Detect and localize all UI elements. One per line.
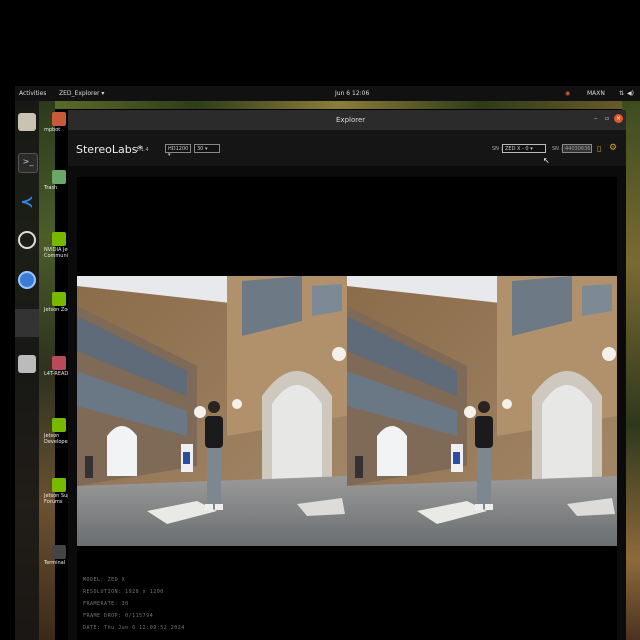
nvidia-link-icon [52, 418, 66, 432]
app-menu[interactable]: ZED_Explorer ▾ [59, 90, 104, 97]
volume-icon[interactable]: ◀) [627, 90, 634, 97]
disk-icon[interactable] [18, 355, 36, 373]
camera-select[interactable]: ZED X - 0 ▾ [502, 144, 546, 153]
right-camera-view [347, 276, 617, 546]
trash-icon [52, 170, 66, 184]
terminal-icon [52, 545, 66, 559]
mouse-cursor-icon: ↖ [543, 156, 550, 165]
vscode-icon[interactable]: ≺ [18, 193, 36, 211]
nvidia-link-icon [52, 478, 66, 492]
info-resolution: RESOLUTION: 1920 x 1200 [83, 589, 164, 595]
info-framerate: FRAMERATE: 30 [83, 601, 129, 607]
info-date: DATE: Thu Jun 6 12:09:52 2024 [83, 625, 185, 631]
maximize-icon[interactable]: ▫ [605, 115, 609, 122]
camera-select-value: ZED X - 0 [505, 146, 529, 152]
folder-icon [52, 356, 66, 370]
fps-select[interactable]: 30 ▾ [194, 144, 220, 153]
resolution-select[interactable]: HD1200 ▾ [165, 144, 191, 158]
close-icon[interactable]: × [614, 114, 623, 123]
nvidia-icon[interactable]: ◉ [565, 90, 570, 97]
stereo-image [77, 276, 617, 546]
info-frame-drop: FRAME DROP: 0/115794 [83, 613, 154, 619]
terminal-icon[interactable]: >_ [18, 153, 38, 173]
system-top-bar: Activities ZED_Explorer ▾ Jun 6 12:06 ◉ … [15, 86, 640, 101]
activities-button[interactable]: Activities [19, 90, 46, 97]
nvidia-link-icon [52, 232, 66, 246]
fps-value: 30 [197, 146, 204, 152]
version-label: 1.1.4 [136, 147, 149, 153]
window-title: Explorer [336, 116, 366, 124]
record-icon[interactable]: ▯ [597, 144, 601, 153]
zed-explorer-icon[interactable] [15, 309, 39, 337]
app-menu-label: ZED_Explorer [59, 90, 100, 97]
left-camera-view [77, 276, 347, 546]
power-mode-label[interactable]: MAXN [587, 90, 605, 97]
camera-sn-label: SN : [492, 146, 503, 152]
files-icon[interactable] [18, 113, 36, 131]
settings-gear-icon[interactable]: ⚙ [609, 143, 617, 153]
dock: >_ ≺ [15, 101, 39, 640]
network-icon[interactable]: ⇅ [619, 90, 624, 97]
clock[interactable]: Jun 6 12:06 [335, 90, 369, 97]
wallpaper-top [55, 101, 622, 109]
info-model: MODEL: ZED X [83, 577, 126, 583]
chromium-icon[interactable] [18, 271, 36, 289]
serial-field[interactable]: 44030636 [562, 144, 592, 153]
resolution-value: HD1200 [168, 146, 189, 152]
folder-icon [52, 112, 66, 126]
window-titlebar[interactable]: Explorer – ▫ × [68, 110, 626, 130]
stereolabs-logo: StereoLabs* [76, 143, 143, 156]
minimize-icon[interactable]: – [594, 114, 598, 122]
obs-icon[interactable] [18, 231, 36, 249]
serial-label: SN : [552, 146, 563, 152]
nvidia-link-icon [52, 292, 66, 306]
